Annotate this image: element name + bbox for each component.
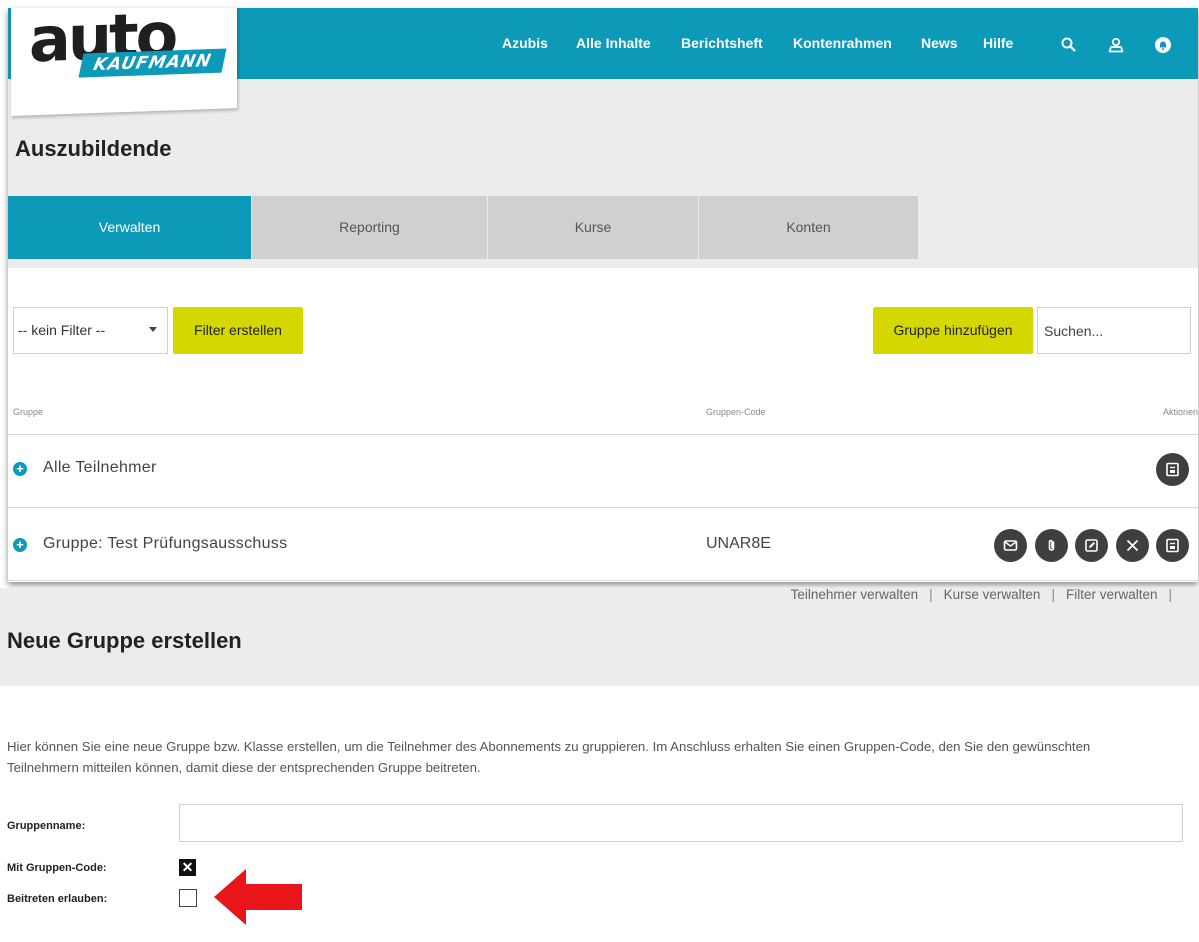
- group-code-checkbox[interactable]: ✕: [179, 859, 196, 876]
- nav-news[interactable]: News: [921, 35, 958, 51]
- caret-down-icon: [149, 327, 157, 332]
- column-header-group: Gruppe: [13, 407, 44, 417]
- add-group-button[interactable]: Gruppe hinzufügen: [873, 307, 1033, 354]
- group-name-label: Gruppenname:: [7, 820, 86, 832]
- nav-kontenrahmen[interactable]: Kontenrahmen: [793, 35, 892, 51]
- filter-select[interactable]: -- kein Filter --: [13, 307, 168, 354]
- tab-konten[interactable]: Konten: [699, 196, 918, 259]
- group-list-panel: Azubis Alle Inhalte Berichtsheft Kontenr…: [8, 8, 1198, 582]
- user-icon[interactable]: [1107, 36, 1125, 54]
- column-header-actions: Aktionen: [1162, 407, 1198, 417]
- expand-plus-icon[interactable]: +: [13, 538, 27, 552]
- secondary-nav: Teilnehmer verwalten | Kurse verwalten | Fil…: [791, 587, 1183, 602]
- group-code-label: Mit Gruppen-Code:: [7, 862, 107, 874]
- arrow-left-icon: [214, 869, 302, 925]
- link-kurse-verwalten[interactable]: Kurse verwalten: [944, 587, 1041, 602]
- page-title: Auszubildende: [15, 136, 172, 161]
- filter-select-value: -- kein Filter --: [18, 322, 106, 338]
- nav-azubis[interactable]: Azubis: [502, 35, 548, 51]
- expand-plus-icon[interactable]: +: [13, 462, 27, 476]
- divider: [8, 507, 1198, 508]
- form-title: Neue Gruppe erstellen: [7, 628, 242, 653]
- logo-subtitle: KAUFMANN: [78, 48, 227, 78]
- create-filter-button[interactable]: Filter erstellen: [173, 307, 303, 354]
- column-header-code: Gruppen-Code: [706, 407, 766, 417]
- notification-icon[interactable]: [1154, 36, 1172, 54]
- divider: [8, 434, 1198, 435]
- attach-icon[interactable]: [1035, 529, 1068, 562]
- search-icon[interactable]: [1060, 36, 1078, 54]
- auto-kaufmann-logo[interactable]: auto KAUFMANN: [11, 8, 237, 117]
- nav-berichtsheft[interactable]: Berichtsheft: [681, 35, 763, 51]
- mail-icon[interactable]: [994, 529, 1027, 562]
- link-teilnehmer-verwalten[interactable]: Teilnehmer verwalten: [791, 587, 919, 602]
- allow-join-checkbox[interactable]: [179, 889, 197, 907]
- nav-hilfe[interactable]: Hilfe: [983, 35, 1013, 51]
- group-name-input[interactable]: [179, 804, 1183, 842]
- separator: |: [1168, 587, 1172, 602]
- divider: [8, 580, 1198, 581]
- search-input[interactable]: [1037, 307, 1191, 354]
- edit-icon[interactable]: [1075, 529, 1108, 562]
- export-icon[interactable]: [1156, 453, 1189, 486]
- allow-join-label: Beitreten erlauben:: [7, 893, 108, 905]
- group-code: UNAR8E: [706, 535, 771, 552]
- tab-kurse[interactable]: Kurse: [488, 196, 698, 259]
- tab-verwalten[interactable]: Verwalten: [8, 196, 251, 259]
- link-filter-verwalten[interactable]: Filter verwalten: [1066, 587, 1158, 602]
- intro-text: Hier können Sie eine neue Gruppe bzw. Kl…: [7, 739, 1091, 775]
- group-name: Gruppe: Test Prüfungsausschuss: [43, 535, 288, 552]
- export-icon[interactable]: [1156, 529, 1189, 562]
- separator: |: [1051, 587, 1055, 602]
- close-icon[interactable]: [1116, 529, 1149, 562]
- separator: |: [929, 587, 933, 602]
- group-name: Alle Teilnehmer: [43, 459, 157, 476]
- tab-reporting[interactable]: Reporting: [252, 196, 487, 259]
- nav-alle-inhalte[interactable]: Alle Inhalte: [576, 35, 651, 51]
